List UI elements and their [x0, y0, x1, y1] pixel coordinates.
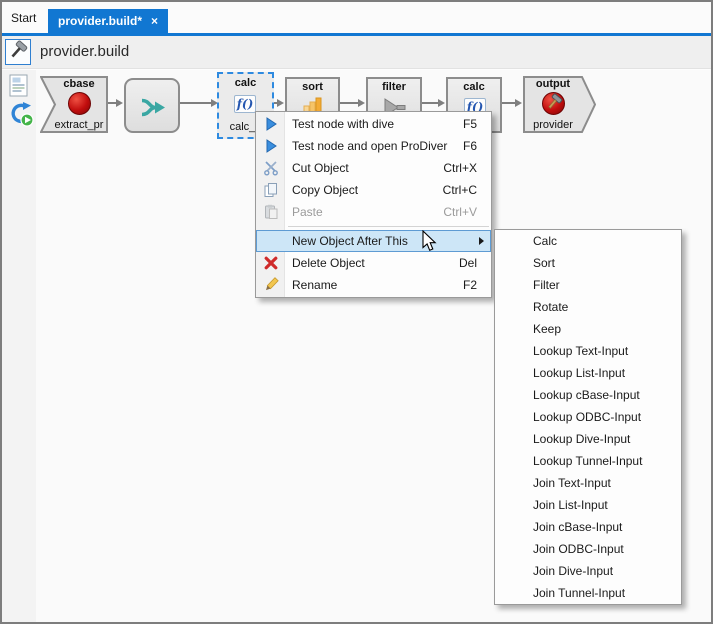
menu-item-new-object-after[interactable]: New Object After This — [256, 230, 491, 252]
delete-x-icon — [256, 255, 285, 271]
function-icon: f() — [234, 95, 256, 113]
submenu-item-join-tunnel-input[interactable]: Join Tunnel-Input — [495, 582, 681, 604]
node-type-label: cbase — [50, 78, 108, 90]
node-type-label: filter — [368, 81, 420, 93]
red-sphere-icon — [68, 92, 91, 115]
submenu-item-join-odbc-input[interactable]: Join ODBC-Input — [495, 538, 681, 560]
scissors-icon — [256, 160, 285, 176]
node-merge[interactable] — [124, 78, 180, 133]
node-name-label: extract_pr — [50, 119, 108, 131]
connector-arrow — [502, 102, 515, 104]
submenu-arrow-icon — [479, 237, 484, 245]
tab-provider-build[interactable]: provider.build* × — [48, 9, 168, 33]
node-cbase-extract[interactable]: cbase extract_pr — [40, 76, 108, 133]
script-document-icon[interactable] — [8, 74, 32, 98]
app-window: Start provider.build* × provider.build — [0, 0, 713, 624]
submenu-item-filter[interactable]: Filter — [495, 274, 681, 296]
submenu-item-lookup-tunnel-input[interactable]: Lookup Tunnel-Input — [495, 450, 681, 472]
submenu-item-lookup-text-input[interactable]: Lookup Text-Input — [495, 340, 681, 362]
submenu-item-lookup-cbase-input[interactable]: Lookup cBase-Input — [495, 384, 681, 406]
connector-arrow — [422, 102, 438, 104]
play-icon — [256, 138, 285, 154]
submenu-item-lookup-dive-input[interactable]: Lookup Dive-Input — [495, 428, 681, 450]
submenu-item-lookup-odbc-input[interactable]: Lookup ODBC-Input — [495, 406, 681, 428]
node-type-label: calc — [448, 81, 500, 93]
menu-item-test-node-prodiver[interactable]: Test node and open ProDiver F6 — [256, 135, 491, 157]
submenu-item-join-dive-input[interactable]: Join Dive-Input — [495, 560, 681, 582]
context-menu: Test node with dive F5 Test node and ope… — [255, 111, 492, 298]
merge-arrows-icon — [140, 97, 167, 123]
menu-item-copy[interactable]: Copy Object Ctrl+C — [256, 179, 491, 201]
connector-arrow — [107, 102, 116, 104]
node-output-provider[interactable]: output provider — [523, 76, 596, 133]
hammer-icon — [7, 39, 29, 66]
connector-arrow — [340, 102, 358, 104]
submenu-item-sort[interactable]: Sort — [495, 252, 681, 274]
close-icon[interactable]: × — [151, 14, 158, 28]
run-refresh-icon[interactable] — [8, 101, 32, 125]
menu-item-test-node-dive[interactable]: Test node with dive F5 — [256, 113, 491, 135]
menu-item-cut[interactable]: Cut Object Ctrl+X — [256, 157, 491, 179]
paste-icon — [256, 204, 285, 220]
tab-start[interactable]: Start — [11, 11, 36, 25]
build-tool-button[interactable] — [5, 39, 31, 65]
node-type-label: calc — [219, 77, 272, 89]
menu-item-delete[interactable]: Delete Object Del — [256, 252, 491, 274]
node-type-label: output — [523, 78, 583, 90]
connector-arrow — [178, 102, 211, 104]
menu-separator — [288, 226, 489, 227]
copy-icon — [256, 182, 285, 198]
submenu-item-join-list-input[interactable]: Join List-Input — [495, 494, 681, 516]
page-title: provider.build — [40, 43, 129, 60]
node-name-label: provider — [523, 119, 583, 131]
submenu-item-calc[interactable]: Calc — [495, 230, 681, 252]
submenu-item-join-text-input[interactable]: Join Text-Input — [495, 472, 681, 494]
submenu-item-lookup-list-input[interactable]: Lookup List-Input — [495, 362, 681, 384]
tab-label: provider.build* — [58, 14, 142, 28]
hammer-icon — [544, 92, 564, 117]
menu-item-rename[interactable]: Rename F2 — [256, 274, 491, 296]
play-icon — [256, 116, 285, 132]
mouse-cursor-icon — [422, 230, 440, 259]
pencil-icon — [256, 277, 285, 293]
new-object-submenu: Calc Sort Filter Rotate Keep Lookup Text… — [494, 229, 682, 605]
menu-item-paste: Paste Ctrl+V — [256, 201, 491, 223]
tab-bar: Start provider.build* × — [2, 2, 711, 33]
submenu-item-join-cbase-input[interactable]: Join cBase-Input — [495, 516, 681, 538]
sidebar — [2, 70, 36, 622]
submenu-item-keep[interactable]: Keep — [495, 318, 681, 340]
node-type-label: sort — [287, 81, 338, 93]
submenu-item-rotate[interactable]: Rotate — [495, 296, 681, 318]
